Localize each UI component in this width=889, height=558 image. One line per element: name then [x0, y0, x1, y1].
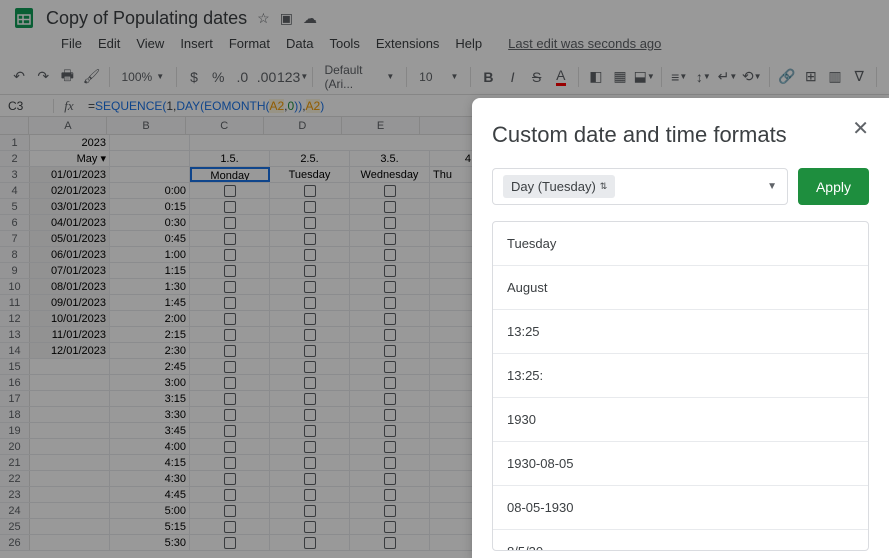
format-option[interactable]: Tuesday: [493, 222, 868, 266]
format-option[interactable]: 1930-08-05: [493, 442, 868, 486]
chevron-updown-icon: ⇅: [600, 181, 608, 192]
format-option[interactable]: 13:25:: [493, 354, 868, 398]
format-option[interactable]: August: [493, 266, 868, 310]
format-option[interactable]: 13:25: [493, 310, 868, 354]
custom-format-modal: ✕ Custom date and time formats Day (Tues…: [472, 98, 889, 558]
format-token[interactable]: Day (Tuesday)⇅: [503, 175, 615, 198]
modal-title: Custom date and time formats: [492, 122, 869, 148]
format-option[interactable]: 1930: [493, 398, 868, 442]
format-list[interactable]: TuesdayAugust13:2513:25:19301930-08-0508…: [492, 221, 869, 551]
apply-button[interactable]: Apply: [798, 168, 869, 205]
format-input[interactable]: Day (Tuesday)⇅ ▼: [492, 168, 788, 205]
chevron-down-icon[interactable]: ▼: [767, 181, 777, 192]
close-icon[interactable]: ✕: [852, 116, 869, 141]
format-option[interactable]: 8/5/30: [493, 530, 868, 551]
format-option[interactable]: 08-05-1930: [493, 486, 868, 530]
